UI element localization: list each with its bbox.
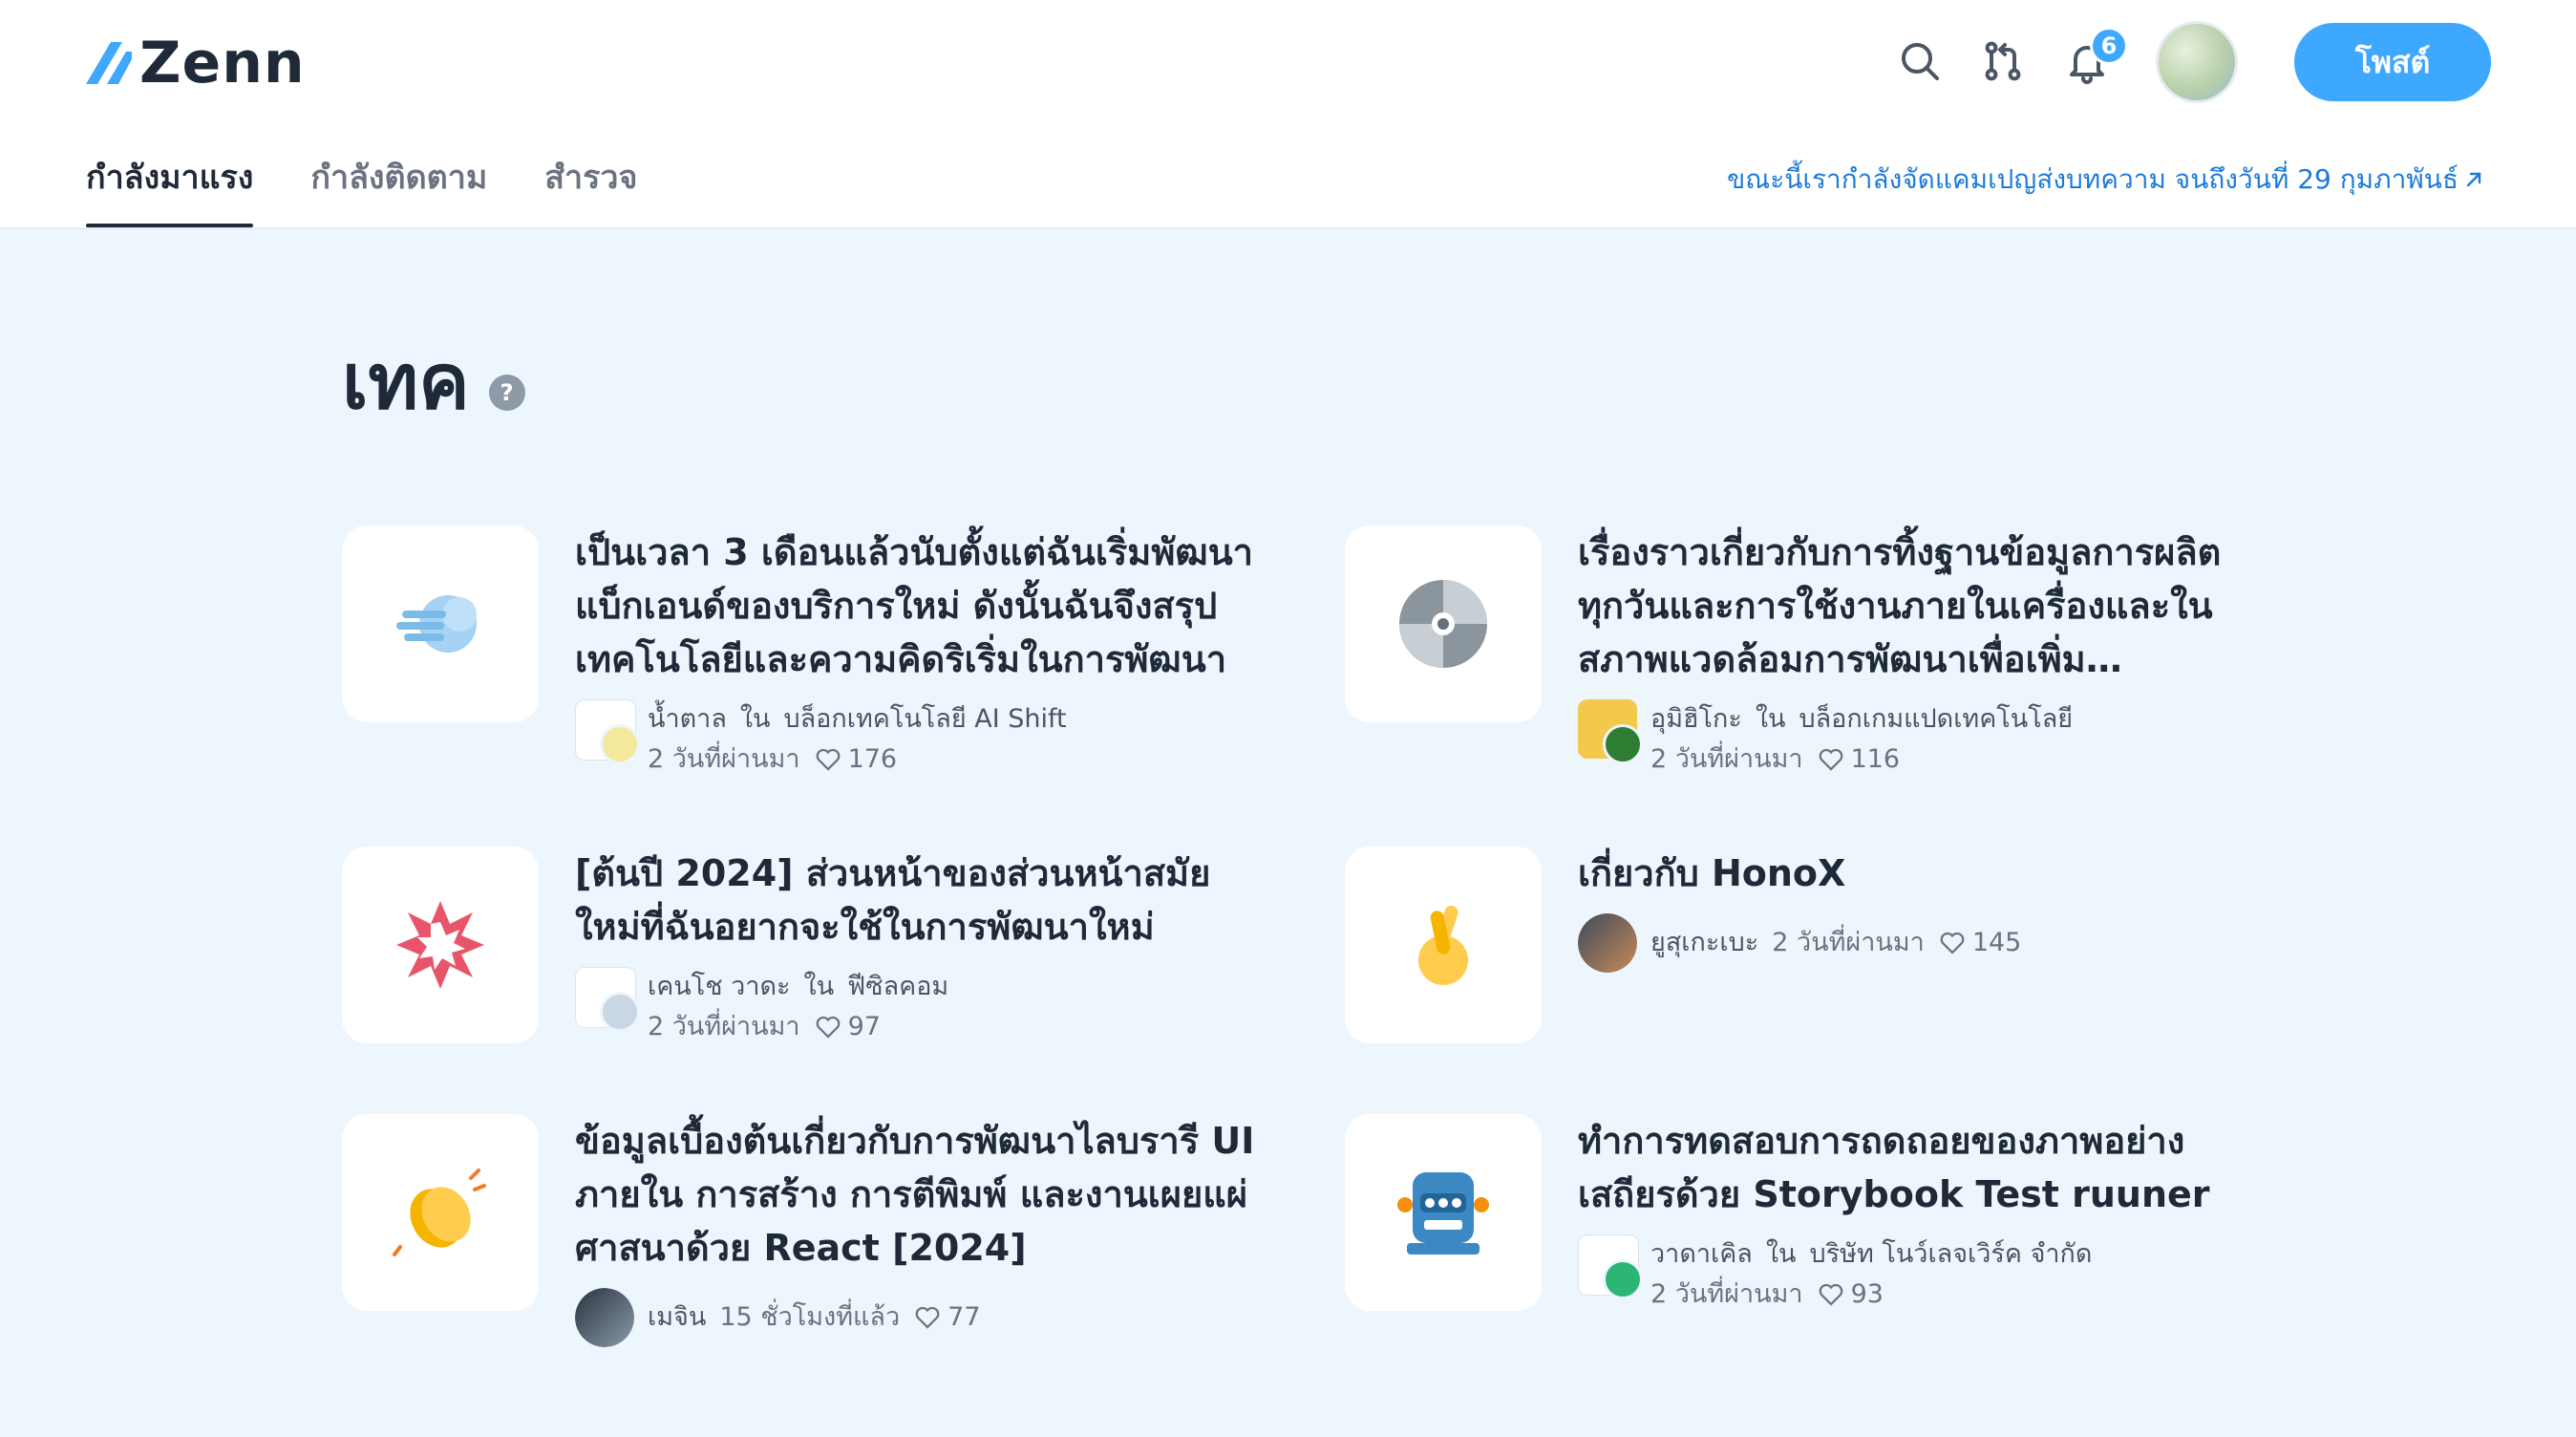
dash-emoji-icon (396, 595, 477, 653)
heart-icon (816, 748, 840, 771)
author-name[interactable]: น้ำตาล (648, 699, 727, 740)
author-name[interactable]: เมจิน (648, 1298, 706, 1338)
likes: 145 (1938, 923, 2022, 963)
campaign-link-text: ขณะนี้เรากำลังจัดแคมเปญส่งบทความ จนถึงวั… (1727, 163, 2459, 195)
publication-name[interactable]: บริษัท โนว์เลจเวิร์ค จำกัด (1810, 1234, 2093, 1275)
likes: 93 (1817, 1275, 1884, 1315)
author-avatar[interactable] (575, 699, 640, 764)
post-button-label: โพสต์ (2354, 43, 2431, 80)
published-time: 2 วันที่ผ่านมา (1772, 928, 1925, 957)
article-title[interactable]: เป็นเวลา 3 เดือนแล้วนับตั้งแต่ฉันเริ่มพั… (575, 525, 1263, 686)
zenn-logo[interactable]: Zenn (84, 27, 306, 99)
search-icon[interactable] (1891, 32, 1948, 90)
article-emoji-thumb[interactable] (1345, 1114, 1542, 1311)
eight-spoked-star-emoji-icon (396, 901, 484, 989)
zenn-logo-icon (86, 42, 132, 84)
tab-following[interactable]: กำลังติดตาม (310, 153, 487, 227)
heart-icon (1819, 1283, 1842, 1306)
author-avatar[interactable] (575, 1288, 634, 1347)
author-avatar[interactable] (575, 967, 640, 1032)
article-emoji-thumb[interactable] (1345, 525, 1542, 722)
heart-icon (816, 1016, 840, 1039)
article-emoji-thumb[interactable] (342, 1114, 539, 1311)
heart-icon (915, 1306, 940, 1329)
logo-text: Zenn (139, 30, 306, 97)
like-count: 176 (847, 744, 898, 774)
section-header: เทค ? (342, 344, 525, 420)
published-time: 15 ชั่วโมงที่แล้ว (719, 1302, 901, 1332)
pull-request-icon[interactable] (1974, 32, 2032, 90)
likes: 116 (1817, 740, 1901, 780)
like-count: 77 (947, 1302, 981, 1332)
published-time: 2 วันที่ผ่านมา (648, 744, 800, 774)
like-count: 145 (1971, 928, 2022, 957)
article-emoji-thumb[interactable] (342, 525, 539, 722)
likes: 97 (814, 1007, 881, 1047)
article-title[interactable]: เรื่องราวเกี่ยวกับการทิ้งฐานข้อมูลการผลิ… (1578, 525, 2266, 686)
author-avatar[interactable] (1578, 913, 1637, 973)
article-title[interactable]: ข้อมูลเบื้องต้นเกี่ยวกับการพัฒนาไลบรารี … (575, 1114, 1263, 1275)
article-title[interactable]: ทำการทดสอบการถดถอยของภาพอย่างเสถียรด้วย … (1578, 1114, 2266, 1221)
notification-badge: 6 (2090, 27, 2128, 65)
author-name[interactable]: อุมิฮิโกะ (1650, 699, 1742, 740)
top-bar: Zenn 6 โพสต์ กำลังมาแรง กำลังติดตาม สำรว… (0, 0, 2576, 229)
published-time: 2 วันที่ผ่านมา (1650, 744, 1803, 774)
post-button[interactable]: โพสต์ (2294, 23, 2491, 101)
in-label: ใน (1755, 704, 1786, 734)
article-title[interactable]: [ต้นปี 2024] ส่วนหน้าของส่วนหน้าสมัยใหม่… (575, 847, 1263, 954)
in-label: ใน (1765, 1239, 1797, 1269)
author-name[interactable]: เคนโช วาดะ (648, 967, 791, 1007)
heart-icon (1819, 748, 1842, 771)
cd-emoji-icon (1399, 580, 1487, 668)
user-avatar[interactable] (2156, 21, 2238, 103)
tab-trending[interactable]: กำลังมาแรง (86, 153, 254, 227)
published-time: 2 วันที่ผ่านมา (648, 1012, 800, 1041)
heart-icon (1940, 932, 1965, 954)
like-count: 97 (847, 1012, 881, 1041)
article-emoji-thumb[interactable] (1345, 847, 1542, 1043)
likes: 176 (814, 740, 898, 780)
author-avatar[interactable] (1578, 699, 1643, 764)
author-name[interactable]: วาดาเคิล (1650, 1234, 1753, 1275)
author-name[interactable]: ยูสุเกะเบะ (1650, 923, 1758, 963)
tab-explore[interactable]: สำรวจ (544, 153, 637, 227)
help-icon[interactable]: ? (488, 375, 525, 411)
author-avatar[interactable] (1578, 1234, 1643, 1299)
clapping-hands-emoji-icon (393, 1169, 486, 1256)
external-arrow-icon (2466, 172, 2481, 187)
article-title[interactable]: เกี่ยวกับ HonoX (1578, 847, 2266, 900)
publication-name[interactable]: บล็อกเทคโนโลยี AI Shift (784, 699, 1067, 740)
feed-tabs: กำลังมาแรง กำลังติดตาม สำรวจ (86, 153, 637, 227)
in-label: ใน (803, 972, 835, 1001)
article-emoji-thumb[interactable] (342, 847, 539, 1043)
published-time: 2 วันที่ผ่านมา (1650, 1279, 1803, 1309)
in-label: ใน (739, 704, 771, 734)
likes: 77 (913, 1298, 981, 1338)
publication-name[interactable]: ฟีซิลคอม (847, 967, 948, 1007)
section-title: เทค (342, 337, 470, 426)
robot-emoji-icon (1397, 1172, 1489, 1255)
campaign-link[interactable]: ขณะนี้เรากำลังจัดแคมเปญส่งบทความ จนถึงวั… (1727, 159, 2485, 201)
like-count: 116 (1850, 744, 1901, 774)
publication-name[interactable]: บล็อกเกมแปดเทคโนโลยี (1799, 699, 2074, 740)
crossed-fingers-emoji-icon (1418, 905, 1468, 985)
like-count: 93 (1850, 1279, 1884, 1309)
